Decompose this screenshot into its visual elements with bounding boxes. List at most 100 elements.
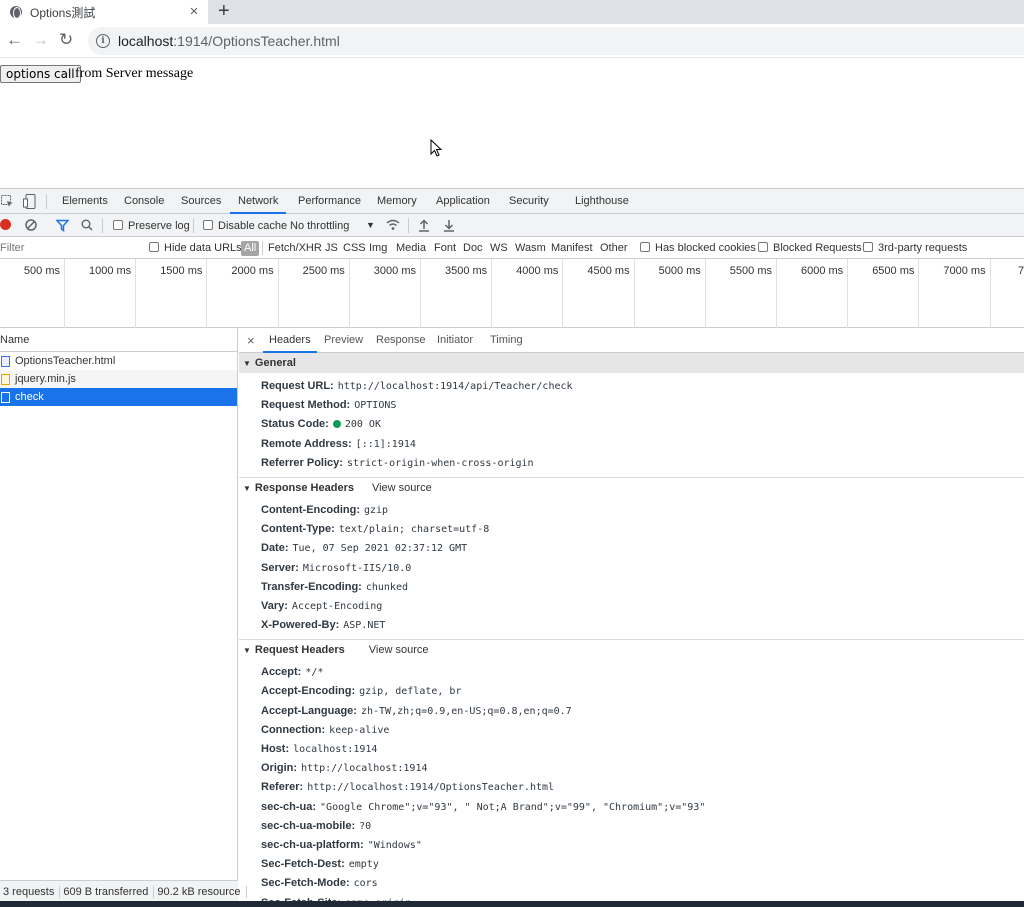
request-name: check (15, 391, 44, 403)
request-row-jquery[interactable]: jquery.min.js (0, 370, 237, 388)
header-row: Content-Encoding: gzip (239, 501, 1024, 520)
search-icon[interactable] (81, 219, 93, 231)
header-value: ?0 (359, 820, 372, 832)
filter-type-other[interactable]: Other (600, 241, 628, 255)
chevron-down-icon[interactable]: ▼ (366, 218, 375, 232)
header-key: sec-ch-ua-platform: (261, 838, 364, 851)
header-value: http://localhost:1914/OptionsTeacher.htm… (307, 782, 555, 794)
header-row: Accept-Language: zh-TW,zh;q=0.9,en-US;q=0… (239, 702, 1024, 721)
close-details-icon[interactable]: × (247, 328, 255, 353)
devtools-panel: Elements Console Sources Network Perform… (0, 188, 1024, 902)
name-column-header[interactable]: Name (0, 328, 237, 352)
back-arrow-icon[interactable]: ← (6, 30, 23, 50)
view-source-link[interactable]: View source (372, 482, 432, 494)
filter-input[interactable] (0, 240, 138, 256)
export-har-icon[interactable] (443, 219, 455, 232)
tab-performance[interactable]: Performance (298, 189, 361, 214)
tab-memory[interactable]: Memory (377, 189, 417, 214)
clear-icon[interactable] (25, 219, 37, 231)
tab-preview[interactable]: Preview (324, 328, 363, 353)
has-blocked-cookies-checkbox[interactable] (640, 242, 650, 252)
tab-sources[interactable]: Sources (181, 189, 221, 214)
document-file-icon (1, 355, 10, 367)
header-row: Referrer Policy: strict-origin-when-cross… (239, 454, 1024, 473)
tab-lighthouse[interactable]: Lighthouse (575, 189, 629, 214)
tab-application[interactable]: Application (436, 189, 490, 214)
separator (46, 194, 47, 209)
tab-initiator[interactable]: Initiator (437, 328, 473, 353)
header-value: text/plain; charset=utf-8 (338, 524, 490, 536)
header-row: Remote Address: [::1]:1914 (239, 435, 1024, 454)
request-row-check[interactable]: check (0, 388, 237, 406)
filter-type-wasm[interactable]: Wasm (515, 241, 546, 255)
header-row: X-Powered-By: ASP.NET (239, 616, 1024, 635)
timeline-gridline (64, 259, 65, 328)
tab-headers[interactable]: Headers (263, 328, 317, 353)
blocked-requests-checkbox[interactable] (758, 242, 768, 252)
timeline-label: 2500 ms (302, 265, 345, 277)
browser-tab[interactable]: Options測試 × (0, 0, 208, 24)
view-source-link[interactable]: View source (369, 644, 429, 656)
device-toolbar-icon[interactable] (23, 194, 36, 209)
timeline-label: 500 ms (23, 265, 60, 277)
filter-type-fetch-xhr[interactable]: Fetch/XHR (268, 241, 322, 255)
header-row: sec-ch-ua-platform: "Windows" (239, 836, 1024, 855)
header-key: Request URL: (261, 380, 334, 392)
tab-security[interactable]: Security (509, 189, 549, 214)
filter-type-doc[interactable]: Doc (463, 241, 483, 255)
third-party-checkbox[interactable] (863, 242, 873, 252)
request-row-optionsteacher[interactable]: OptionsTeacher.html (0, 352, 237, 370)
network-filter-bar: Hide data URLs All Fetch/XHR JS CSS Img … (0, 237, 1024, 259)
triangle-down-icon: ▼ (243, 646, 251, 656)
request-headers-section-header[interactable]: ▼ Request Headers View source (239, 639, 1024, 659)
status-ok-icon (332, 420, 341, 429)
import-har-icon[interactable] (418, 219, 430, 232)
throttling-select[interactable]: No throttling (290, 219, 349, 233)
filter-type-manifest[interactable]: Manifest (551, 241, 593, 255)
filter-type-ws[interactable]: WS (490, 241, 508, 255)
filter-type-font[interactable]: Font (434, 241, 456, 255)
header-row: Content-Type: text/plain; charset=utf-8 (239, 520, 1024, 539)
timeline-gridline (206, 259, 208, 328)
header-row: Request Method: OPTIONS (239, 396, 1024, 415)
tab-close-icon[interactable]: × (186, 4, 202, 20)
reload-icon[interactable]: ↻ (59, 30, 73, 50)
network-overview-timeline[interactable]: 500 ms 1000 ms 1500 ms 2000 ms 2500 ms 3000 m… (0, 259, 1024, 328)
url-host: localhost (118, 33, 174, 49)
record-icon[interactable] (0, 219, 11, 230)
forward-arrow-icon[interactable]: → (32, 30, 49, 50)
options-call-button[interactable]: options call (0, 65, 81, 83)
network-conditions-icon[interactable] (386, 219, 400, 231)
details-tab-bar: × Headers Preview Response Initiator Tim… (239, 328, 1024, 353)
header-key: Date: (261, 542, 289, 555)
filter-type-css[interactable]: CSS (343, 241, 366, 255)
filter-type-js[interactable]: JS (325, 241, 338, 255)
timeline-label: 1000 ms (88, 265, 132, 277)
filter-type-all[interactable]: All (241, 241, 260, 256)
general-section-header[interactable]: ▼ General (239, 353, 1024, 373)
filter-type-media[interactable]: Media (396, 241, 426, 255)
hide-data-urls-checkbox[interactable] (149, 242, 159, 252)
timeline-gridline (847, 259, 849, 328)
filter-icon[interactable] (56, 219, 69, 232)
browser-toolbar: ← → ↻ i localhost:1914/OptionsTeacher.ht… (0, 24, 1024, 58)
tab-console[interactable]: Console (124, 189, 164, 214)
tab-network[interactable]: Network (230, 189, 287, 214)
tab-timing[interactable]: Timing (490, 328, 523, 353)
response-headers-section-header[interactable]: ▼ Response Headers View source (239, 476, 1024, 497)
disable-cache-checkbox[interactable] (203, 220, 213, 230)
header-row: Origin: http://localhost:1914 (239, 759, 1024, 778)
request-name: OptionsTeacher.html (15, 355, 116, 367)
tab-elements[interactable]: Elements (62, 189, 108, 214)
header-value: keep-alive (329, 724, 390, 736)
new-tab-button[interactable]: + (218, 1, 230, 21)
inspect-element-icon[interactable] (1, 195, 14, 208)
header-value: Accept-Encoding (291, 600, 383, 612)
tab-response[interactable]: Response (376, 328, 426, 353)
address-bar[interactable]: i localhost:1914/OptionsTeacher.html (88, 27, 1024, 55)
filter-type-img[interactable]: Img (369, 241, 387, 255)
info-icon[interactable]: i (96, 34, 110, 48)
header-value: "Google Chrome";v="93", " Not;A Brand";v… (320, 801, 706, 813)
preserve-log-checkbox[interactable] (113, 220, 123, 230)
devtools-tab-bar: Elements Console Sources Network Perform… (0, 189, 1024, 214)
